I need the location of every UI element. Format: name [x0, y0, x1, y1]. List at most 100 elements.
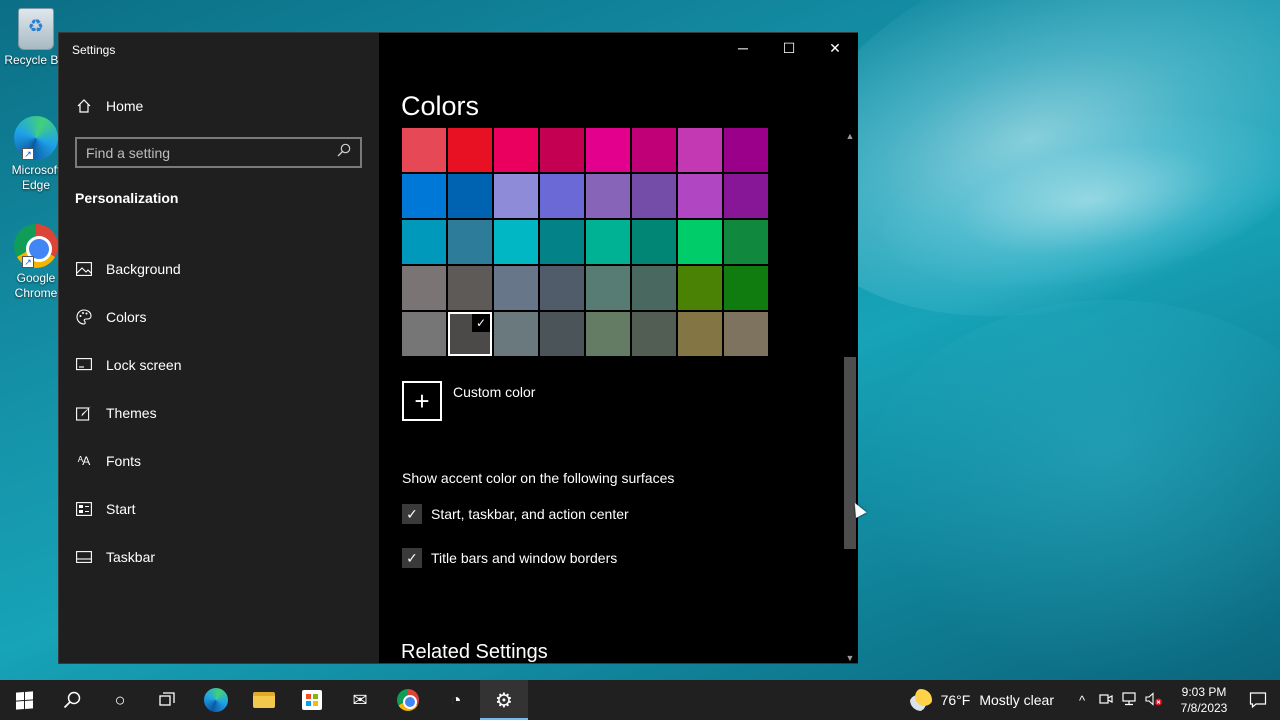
color-swatch[interactable] [402, 220, 446, 264]
clock[interactable]: 9:03 PM 7/8/2023 [1172, 684, 1236, 716]
color-swatch[interactable] [678, 220, 722, 264]
custom-color[interactable]: + Custom color [402, 381, 535, 421]
start-icon [75, 502, 92, 516]
settings-sidebar: Settings Home Personalization Background [59, 33, 379, 663]
color-swatch[interactable] [632, 266, 676, 310]
color-swatch[interactable] [494, 128, 538, 172]
close-button[interactable]: ✕ [812, 33, 858, 63]
settings-content: ─ ☐ ✕ Colors ✓ + Custom color Show accen… [379, 33, 858, 663]
color-swatch[interactable] [724, 266, 768, 310]
add-custom-color-button[interactable]: + [402, 381, 442, 421]
nav-item-label: Lock screen [106, 357, 182, 373]
taskbar-search-button[interactable] [48, 680, 96, 720]
color-swatch[interactable] [632, 312, 676, 356]
color-swatch[interactable] [724, 312, 768, 356]
color-swatch[interactable] [540, 312, 584, 356]
color-swatch-selected[interactable]: ✓ [448, 312, 492, 356]
nav-item-background[interactable]: Background [75, 245, 181, 293]
folder-icon [253, 692, 275, 708]
search-icon[interactable] [337, 143, 351, 162]
custom-color-label: Custom color [453, 384, 536, 400]
color-swatch[interactable] [586, 312, 630, 356]
nav-item-start[interactable]: Start [75, 485, 181, 533]
color-swatch[interactable] [678, 312, 722, 356]
start-taskbar-accent-checkbox-row[interactable]: ✓ Start, taskbar, and action center [402, 504, 629, 524]
taskbar-edge-button[interactable] [192, 680, 240, 720]
lock-screen-icon [75, 358, 92, 372]
search-input[interactable] [86, 144, 337, 161]
taskbar-file-explorer-button[interactable] [240, 680, 288, 720]
action-center-button[interactable] [1236, 680, 1280, 720]
color-swatch[interactable] [402, 312, 446, 356]
volume-muted-icon[interactable] [1142, 691, 1166, 709]
color-swatch[interactable] [632, 174, 676, 218]
start-taskbar-accent-checkbox[interactable]: ✓ [402, 504, 422, 524]
color-swatch[interactable] [724, 174, 768, 218]
nav-item-themes[interactable]: Themes [75, 389, 181, 437]
color-swatch[interactable] [724, 220, 768, 264]
color-swatch[interactable] [402, 128, 446, 172]
nav-item-colors[interactable]: Colors [75, 293, 181, 341]
accent-color-grid: ✓ [402, 128, 768, 356]
nav-item-taskbar[interactable]: Taskbar [75, 533, 181, 581]
minimize-button[interactable]: ─ [720, 33, 766, 63]
color-swatch[interactable] [494, 266, 538, 310]
color-swatch[interactable] [494, 220, 538, 264]
task-view-button[interactable] [144, 680, 192, 720]
color-swatch[interactable] [540, 266, 584, 310]
color-swatch[interactable] [632, 128, 676, 172]
color-swatch[interactable] [494, 312, 538, 356]
weather-moon-cloud-icon [909, 689, 932, 711]
taskbar-chrome-button[interactable] [384, 680, 432, 720]
weather-widget[interactable]: 76°F Mostly clear [909, 689, 1054, 711]
color-swatch[interactable] [448, 174, 492, 218]
show-hidden-icons-chevron-icon[interactable]: ^ [1070, 693, 1094, 708]
color-swatch[interactable] [448, 128, 492, 172]
color-swatch[interactable] [448, 220, 492, 264]
color-swatch[interactable] [678, 266, 722, 310]
edge-icon: ↗ [14, 116, 58, 160]
nav-home[interactable]: Home [75, 95, 143, 117]
nav-item-lock-screen[interactable]: Lock screen [75, 341, 181, 389]
taskbar-settings-button[interactable]: ⚙ [480, 680, 528, 720]
cortana-icon: ○ [114, 689, 126, 710]
color-swatch[interactable] [540, 128, 584, 172]
title-bars-accent-checkbox-row[interactable]: ✓ Title bars and window borders [402, 548, 617, 568]
network-icon[interactable] [1118, 691, 1142, 709]
clock-date: 7/8/2023 [1180, 701, 1228, 715]
meet-now-icon[interactable] [1094, 692, 1118, 709]
color-swatch[interactable] [540, 220, 584, 264]
color-swatch[interactable] [540, 174, 584, 218]
color-swatch[interactable] [448, 266, 492, 310]
color-swatch[interactable] [494, 174, 538, 218]
chrome-icon [397, 689, 419, 711]
color-swatch[interactable] [724, 128, 768, 172]
taskbar-mail-button[interactable]: ✉ [336, 680, 384, 720]
scroll-thumb[interactable] [844, 357, 856, 549]
gear-icon: ⚙ [495, 689, 513, 712]
scroll-up-arrow-icon[interactable]: ▲ [842, 129, 858, 143]
color-swatch[interactable] [586, 174, 630, 218]
weather-temperature: 76°F [940, 692, 971, 708]
nav-item-fonts[interactable]: ᴬA Fonts [75, 437, 181, 485]
scroll-down-arrow-icon[interactable]: ▼ [842, 651, 858, 663]
taskbar-store-button[interactable] [288, 680, 336, 720]
taskbar-speedometer-button[interactable]: ◔ [432, 680, 480, 720]
content-scrollbar[interactable]: ▲ ▼ [842, 129, 858, 663]
maximize-button[interactable]: ☐ [766, 33, 812, 63]
notification-icon [1249, 692, 1267, 709]
color-swatch[interactable] [402, 266, 446, 310]
nav-item-label: Themes [106, 405, 157, 421]
color-swatch[interactable] [586, 266, 630, 310]
color-swatch[interactable] [632, 220, 676, 264]
title-bars-accent-checkbox[interactable]: ✓ [402, 548, 422, 568]
color-swatch[interactable] [402, 174, 446, 218]
cortana-button[interactable]: ○ [96, 680, 144, 720]
brush-icon [75, 405, 92, 421]
color-swatch[interactable] [586, 128, 630, 172]
start-button[interactable] [0, 680, 48, 720]
search-icon [63, 691, 81, 709]
color-swatch[interactable] [678, 128, 722, 172]
color-swatch[interactable] [678, 174, 722, 218]
color-swatch[interactable] [586, 220, 630, 264]
